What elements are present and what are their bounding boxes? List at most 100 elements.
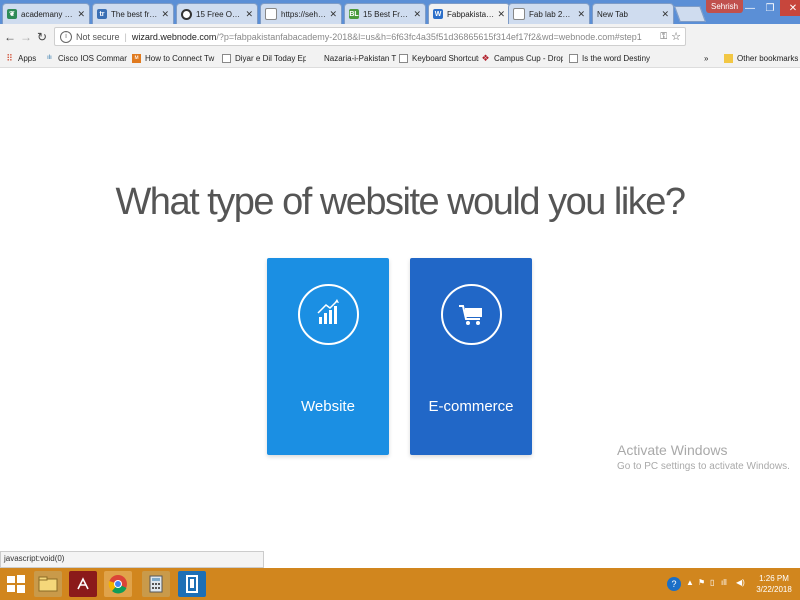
- address-bar[interactable]: i Not secure | wizard.webnode.com /?p=fa…: [54, 27, 686, 46]
- chevron-up-icon[interactable]: ▲: [686, 578, 694, 587]
- tab-title: Fab lab 2018 - l: [529, 9, 575, 19]
- bookmark-label: Keyboard Shortcuts: [412, 53, 479, 63]
- star-bookmark-icon[interactable]: ☆: [671, 30, 685, 43]
- tab-free-online[interactable]: 15 Free Online ✕: [176, 3, 258, 24]
- bookmark-orange-icon: ᴍ: [132, 53, 141, 63]
- tab-sehrish[interactable]: https://sehrish ✕: [260, 3, 342, 24]
- bookmark-campus-cup[interactable]: ❖ Campus Cup - Drop: [481, 52, 563, 64]
- network-signal-icon[interactable]: ıll: [721, 578, 727, 587]
- folder-icon: [724, 53, 733, 63]
- bar-chart-growth-icon: [298, 284, 359, 345]
- webnode-favicon-icon: W: [433, 9, 443, 19]
- close-icon[interactable]: ✕: [77, 9, 85, 20]
- page-icon: [399, 53, 408, 63]
- tab-best-free-w[interactable]: BL 15 Best Free W ✕: [344, 3, 426, 24]
- bookmark-label: Apps: [18, 53, 37, 63]
- leaf-favicon-icon: ❦: [7, 9, 17, 19]
- ecommerce-option-card[interactable]: E-commerce: [410, 258, 532, 455]
- tab-fabpakistan[interactable]: W Fabpakistanfab ✕: [428, 3, 510, 24]
- key-icon[interactable]: ⚿: [660, 31, 671, 42]
- ecommerce-option-label: E-commerce: [428, 398, 514, 415]
- bookmark-keyboard-shortcuts[interactable]: Keyboard Shortcuts: [399, 52, 479, 64]
- url-path: /?p=fabpakistanfabacademy-2018&l=us&h=6f…: [216, 31, 642, 42]
- page-favicon-icon: [513, 8, 525, 20]
- minimize-icon[interactable]: —: [740, 0, 760, 16]
- tab-title: https://sehrish: [281, 9, 327, 19]
- bookmark-destiny[interactable]: Is the word Destiny: [569, 52, 655, 64]
- page-content: What type of website would you like? Web…: [0, 68, 800, 568]
- close-icon[interactable]: ✕: [161, 9, 169, 20]
- close-icon[interactable]: ✕: [497, 9, 505, 20]
- bookmark-label: How to Connect Tw: [145, 53, 215, 63]
- restore-icon[interactable]: ❐: [760, 0, 780, 16]
- bookmark-how-to-connect[interactable]: ᴍ How to Connect Tw: [132, 52, 216, 64]
- address-separator: |: [124, 31, 127, 42]
- taskbar-clock[interactable]: 1:26 PM 3/22/2018: [754, 573, 794, 595]
- bookmark-label: Diyar e Dil Today Ep: [235, 53, 306, 63]
- battery-icon[interactable]: ▯: [710, 578, 714, 587]
- windows-start-icon[interactable]: [6, 574, 26, 594]
- shopping-cart-icon: [441, 284, 502, 345]
- bl-favicon-icon: BL: [349, 9, 359, 19]
- bookmarks-bar: ⠿ Apps ılı Cisco IOS Comman ᴍ How to Con…: [0, 49, 800, 68]
- close-icon[interactable]: ✕: [413, 9, 421, 20]
- overflow-label: »: [704, 53, 709, 63]
- info-icon[interactable]: i: [60, 30, 72, 43]
- tab-title: academany das: [21, 9, 75, 19]
- watermark-subtitle: Go to PC settings to activate Windows.: [617, 461, 790, 472]
- bookmark-label: Other bookmarks: [737, 53, 799, 63]
- bookmark-nazaria[interactable]: Nazaria-i-Pakistan T: [312, 52, 398, 64]
- forward-arrow-icon[interactable]: →: [18, 30, 34, 44]
- website-option-label: Website: [301, 398, 355, 415]
- tr-favicon-icon: tr: [97, 9, 107, 19]
- apps-grid-icon: ⠿: [6, 52, 13, 63]
- file-explorer-icon[interactable]: [34, 571, 62, 597]
- clock-date: 3/22/2018: [756, 585, 792, 594]
- tab-title: The best free w: [111, 9, 159, 19]
- tab-academany[interactable]: ❦ academany das ✕: [2, 3, 90, 24]
- circle-favicon-icon: [181, 8, 192, 20]
- bookmark-diyar-e-dil[interactable]: Diyar e Dil Today Ep: [222, 52, 306, 64]
- url-host: wizard.webnode.com: [131, 31, 217, 42]
- close-icon[interactable]: ✕: [329, 9, 337, 20]
- tab-fab-lab[interactable]: Fab lab 2018 - l ✕: [508, 3, 590, 24]
- page-icon: [222, 53, 231, 63]
- device-app-icon[interactable]: [178, 571, 206, 597]
- acrobat-reader-icon[interactable]: [69, 571, 97, 597]
- volume-icon[interactable]: ◀): [736, 578, 745, 587]
- page-title: What type of website would you like?: [115, 181, 686, 223]
- user-profile-button[interactable]: Sehrish: [706, 0, 744, 13]
- close-icon[interactable]: ✕: [577, 9, 585, 20]
- reload-icon[interactable]: ↻: [34, 30, 50, 44]
- clock-time: 1:26 PM: [759, 574, 789, 583]
- taskbar: ? ▲ ⚑ ▯ ıll ◀) 1:26 PM 3/22/2018: [0, 568, 800, 600]
- browser-toolbar: ← → ↻ i Not secure | wizard.webnode.com …: [0, 24, 800, 66]
- close-icon[interactable]: ✕: [661, 9, 669, 20]
- other-bookmarks-folder[interactable]: Other bookmarks: [724, 52, 798, 64]
- help-icon[interactable]: ?: [667, 577, 681, 591]
- page-favicon-icon: [265, 8, 277, 20]
- bookmarks-overflow-button[interactable]: »: [704, 52, 708, 64]
- activate-windows-watermark: Activate Windows Go to PC settings to ac…: [617, 442, 790, 472]
- website-option-card[interactable]: Website: [267, 258, 389, 455]
- security-indicator: Not secure: [76, 31, 120, 42]
- bookmark-label: Is the word Destiny: [582, 53, 651, 63]
- page-icon: [569, 53, 578, 63]
- close-window-icon[interactable]: ✕: [780, 0, 800, 16]
- bookmark-label: Campus Cup - Drop: [494, 53, 563, 63]
- chrome-icon[interactable]: [104, 571, 132, 597]
- tab-new-tab[interactable]: New Tab ✕: [592, 3, 674, 24]
- dropbox-icon: ❖: [481, 52, 490, 63]
- flag-icon[interactable]: ⚑: [698, 578, 705, 587]
- window-controls: — ❐ ✕: [740, 0, 800, 18]
- cisco-icon: ılı: [47, 55, 52, 61]
- calculator-icon[interactable]: [142, 571, 170, 597]
- tab-best-free[interactable]: tr The best free w ✕: [92, 3, 174, 24]
- tab-title: New Tab: [597, 9, 628, 19]
- status-bubble: javascript:void(0): [0, 551, 264, 568]
- close-icon[interactable]: ✕: [245, 9, 253, 20]
- bookmark-cisco[interactable]: ılı Cisco IOS Comman: [45, 52, 127, 64]
- back-arrow-icon[interactable]: ←: [2, 30, 18, 44]
- bookmark-apps[interactable]: ⠿ Apps: [5, 52, 36, 64]
- new-tab-button[interactable]: [674, 6, 706, 22]
